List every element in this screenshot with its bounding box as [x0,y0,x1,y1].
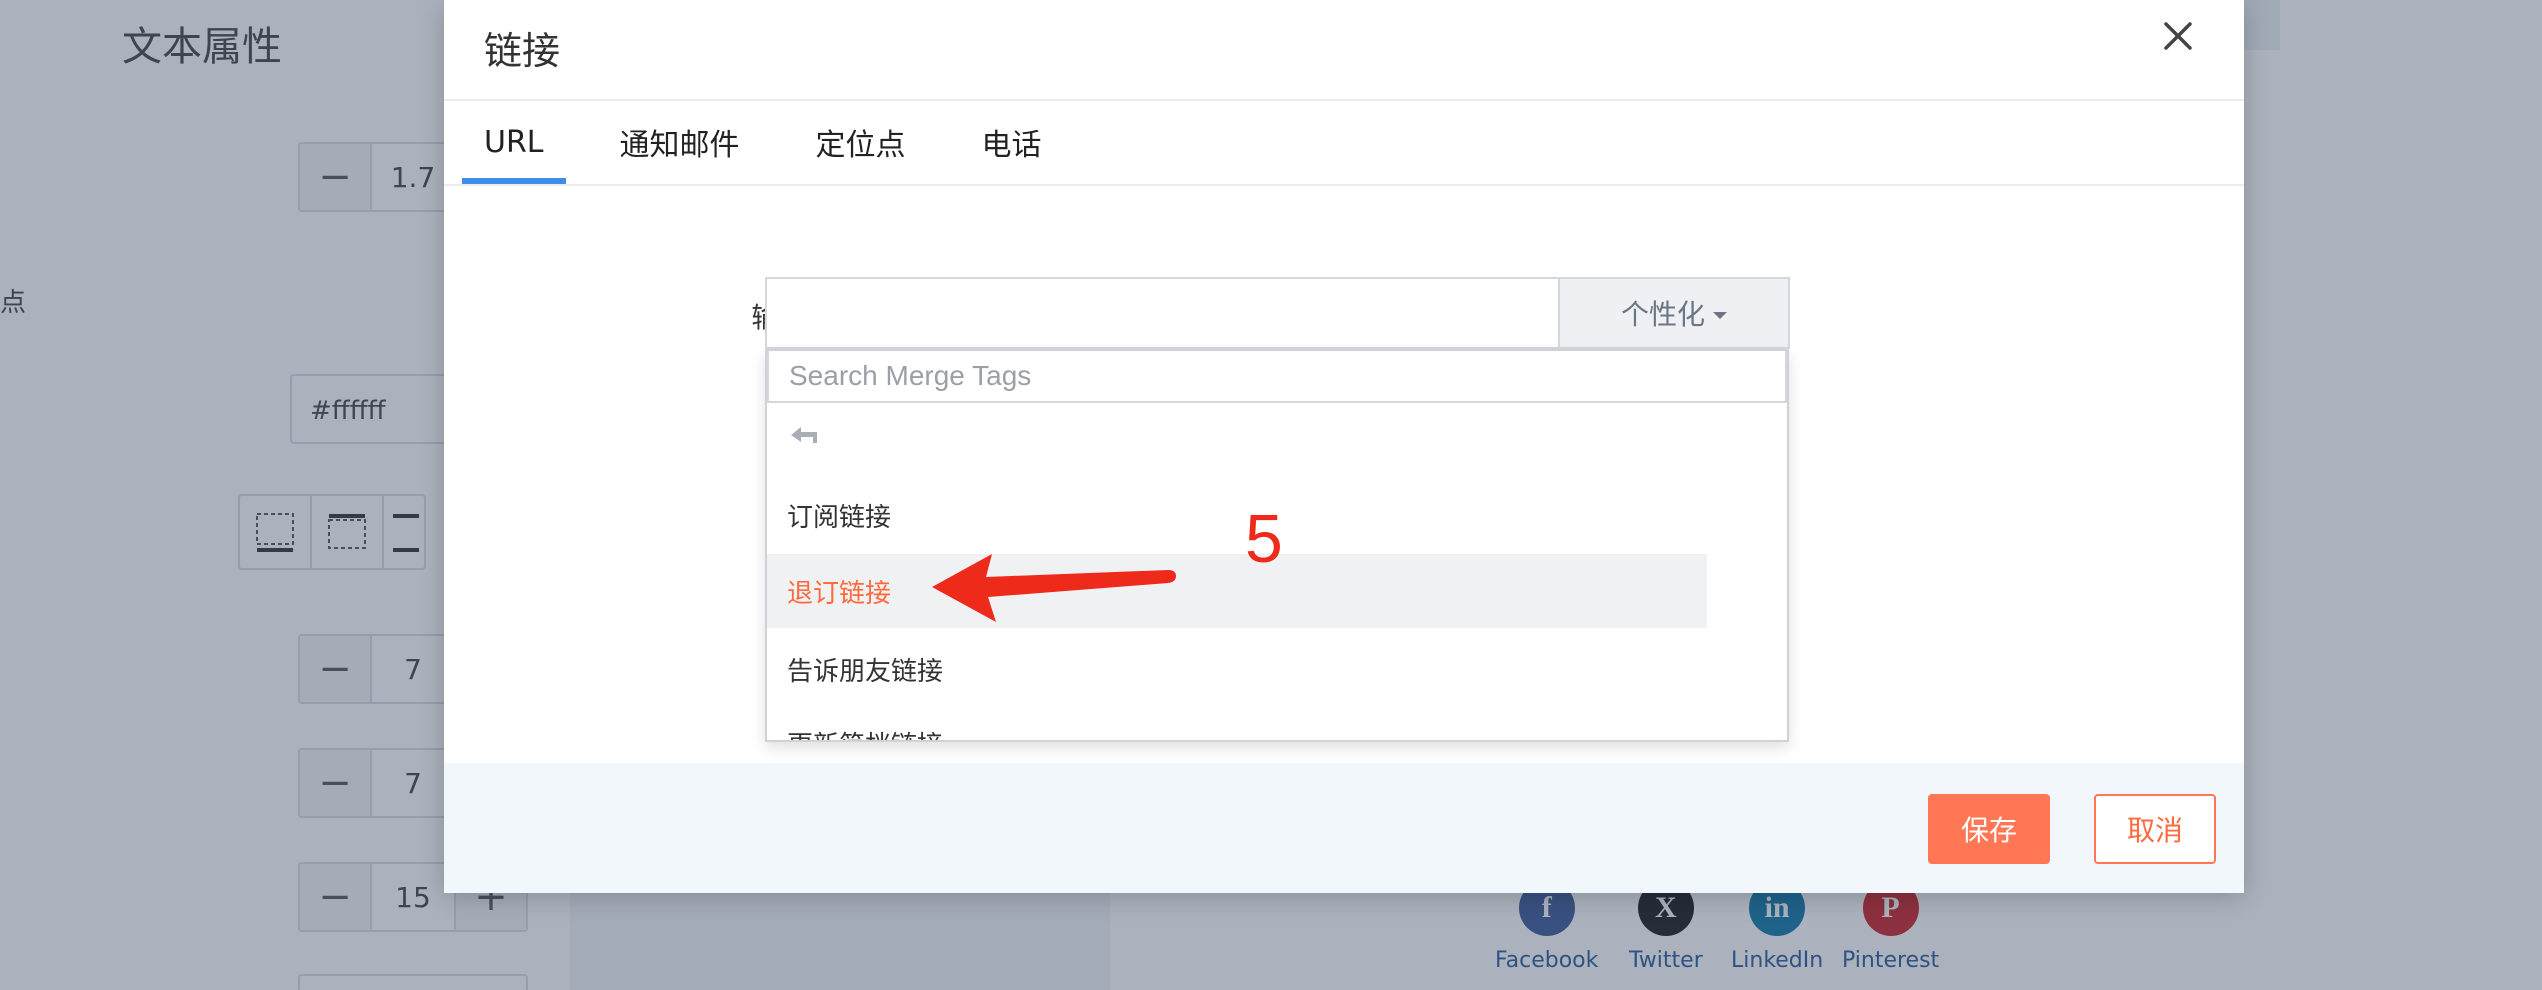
personalize-label: 个性化 [1620,298,1705,331]
tabs-divider [444,184,2244,186]
merge-tag-search-input[interactable] [767,351,1787,403]
merge-tag-tell-friend-link[interactable]: 告诉朋友链接 [767,632,1707,706]
cancel-button[interactable]: 取消 [2094,794,2216,864]
back-arrow-icon [791,427,817,443]
merge-tag-unsubscribe-link[interactable]: 退订链接 [767,554,1707,628]
save-button[interactable]: 保存 [1928,794,2050,864]
link-type-tabs: URL 通知邮件 定位点 电话 [462,100,1096,184]
tab-phone[interactable]: 电话 [960,100,1064,184]
merge-tag-update-profile-link[interactable]: 更新简档链接 [767,706,1707,741]
tab-notification-email[interactable]: 通知邮件 [598,100,762,184]
back-button[interactable] [787,423,823,451]
caret-down-icon [1713,311,1727,319]
merge-tag-subscribe-link[interactable]: 订阅链接 [767,478,1707,552]
dialog-title: 链接 [484,29,561,73]
tab-anchor[interactable]: 定位点 [794,100,928,184]
personalize-button[interactable]: 个性化 [1558,277,1790,349]
url-input[interactable] [765,277,1560,349]
tab-url[interactable]: URL [462,100,566,184]
close-button[interactable] [2158,16,2198,56]
annotation-step-number: 5 [1245,501,1283,577]
annotation-arrow [932,554,1176,622]
close-icon [2164,22,2192,50]
